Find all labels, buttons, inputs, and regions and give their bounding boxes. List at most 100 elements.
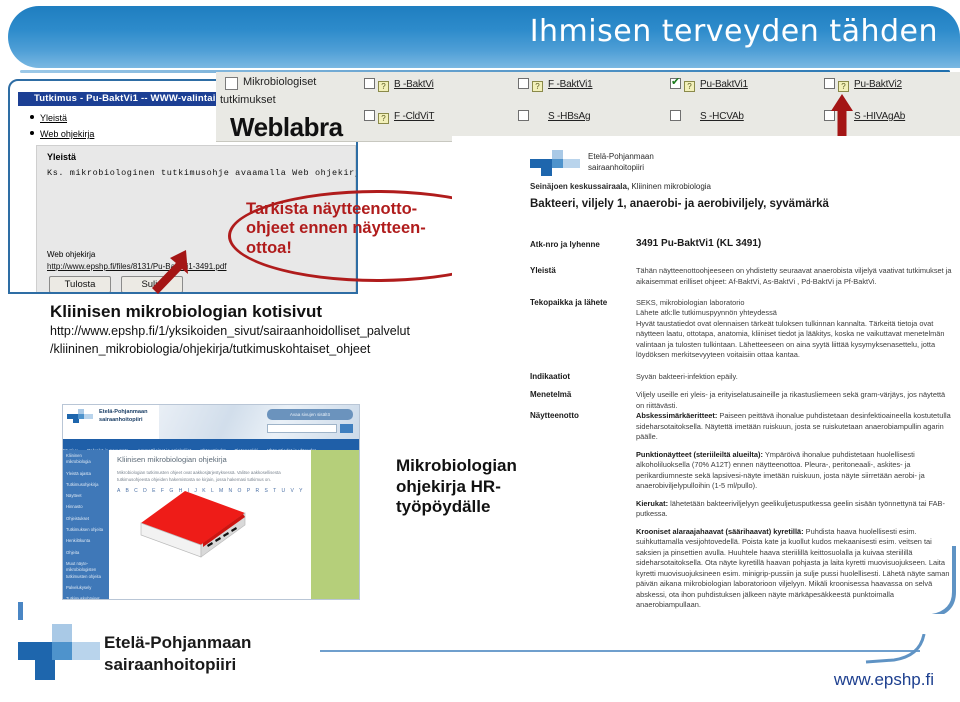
page-banner: Ihmisen terveyden tähden bbox=[8, 6, 960, 68]
browser-sidebar-item[interactable]: Ohjeita bbox=[66, 550, 106, 556]
slide-footer: Etelä-Pohjanmaan sairaanhoitopiiri www.e… bbox=[0, 602, 960, 702]
browser-sidebar: Kliininen mikrobiologia Yleistä ajasta Tut… bbox=[63, 450, 109, 599]
browser-header: Etelä-Pohjanmaan sairaanhoitopiiri Avaa … bbox=[63, 405, 359, 439]
browser-nav: EtusivuPalvelut ja neuvontaAmmattilaiset… bbox=[63, 439, 359, 471]
footer-accent-bar bbox=[18, 602, 23, 620]
print-button[interactable]: Tulosta bbox=[49, 276, 111, 292]
weblabra-wordmark: Weblabra bbox=[230, 112, 343, 142]
cross-logo-icon bbox=[67, 409, 93, 423]
document-row-key: Tekopaikka ja lähete bbox=[530, 297, 608, 307]
test-checkbox-label: Pu-BaktVi2 bbox=[854, 79, 902, 90]
browser-sidebar-item[interactable]: Yleistä ajasta bbox=[66, 471, 106, 477]
browser-sidebar-item[interactable]: Hinnasto bbox=[66, 504, 106, 510]
kotisivut-heading: Kliinisen mikrobiologian kotisivut bbox=[50, 302, 323, 321]
banner-tagline: Ihmisen terveyden tähden bbox=[529, 14, 938, 49]
browser-page-title: Kliinisen mikrobiologian ohjekirja bbox=[117, 455, 227, 464]
weblabra-link-label: Web ohjekirja bbox=[40, 129, 95, 139]
document-org-line1: Etelä-Pohjanmaan bbox=[588, 152, 654, 161]
test-checkbox-s-hcvab[interactable]: ?S -HCVAb bbox=[670, 110, 744, 124]
hr-desktop-label: Mikrobiologian ohjekirja HR- työpöydälle bbox=[396, 456, 517, 518]
weblabra-link-yleista[interactable]: Yleistä bbox=[30, 113, 67, 123]
browser-cta-button[interactable]: Avaa sivujen sisältö bbox=[267, 409, 353, 420]
test-checkbox-pu-baktvi1[interactable]: ? Pu-BaktVi1 bbox=[670, 76, 748, 92]
browser-page-paragraph: Mikrobiologian tutkimusten ohjeet ovat a… bbox=[117, 470, 281, 482]
kotisivut-url-line1: http://www.epshp.fi/1/yksikoiden_sivut/s… bbox=[50, 324, 410, 338]
browser-sidebar-item[interactable]: Muut näyte- mikrobiologisten tutkimusten… bbox=[66, 561, 106, 580]
test-checkbox-b-baktvi[interactable]: ? B -BaktVi bbox=[364, 78, 434, 92]
blue-curve-icon bbox=[865, 634, 926, 664]
help-icon[interactable]: ? bbox=[838, 81, 849, 92]
help-icon[interactable]: ? bbox=[532, 81, 543, 92]
browser-sidebar-item[interactable]: Henkilökunta bbox=[66, 538, 106, 544]
website-screenshot: Etelä-Pohjanmaan sairaanhoitopiiri Avaa … bbox=[62, 404, 360, 600]
group-checkbox[interactable] bbox=[225, 77, 238, 90]
document-paragraph: Abskessimärkäeritteet: Paiseen peittävä … bbox=[636, 411, 951, 442]
document-value-line: Viljely useille eri yleis- ja erityisela… bbox=[636, 390, 946, 410]
test-checkbox-label: F -BaktVi1 bbox=[548, 79, 593, 90]
test-checkbox-f-baktvi1[interactable]: ? F -BaktVi1 bbox=[518, 78, 593, 92]
document-row-key: Menetelmä bbox=[530, 390, 572, 399]
help-icon[interactable]: ? bbox=[378, 113, 389, 124]
browser-sidebar-item[interactable]: Palvelukysely bbox=[66, 585, 106, 591]
test-checkbox-label: Pu-BaktVi1 bbox=[700, 79, 748, 90]
checkbox[interactable] bbox=[518, 78, 529, 89]
footer-url: www.epshp.fi bbox=[833, 670, 934, 689]
checkbox[interactable] bbox=[670, 76, 681, 89]
checkbox[interactable] bbox=[670, 110, 681, 121]
checkbox[interactable] bbox=[824, 78, 835, 89]
footer-rule bbox=[320, 650, 920, 652]
hr-label-line1: Mikrobiologian bbox=[396, 456, 517, 475]
group-checkbox-label-line2: tutkimukset bbox=[220, 94, 276, 106]
document-row-value: Viljely useille eri yleis- ja erityisela… bbox=[636, 390, 952, 411]
document-row-value: 3491 Pu-BaktVi1 (KL 3491) bbox=[636, 237, 952, 251]
document-org-line2: sairaanhoitopiiri bbox=[588, 162, 645, 172]
document-value-line: Lähete atk:lle tutkimuspyynnön yhteydess… bbox=[636, 308, 777, 318]
checkbox[interactable] bbox=[364, 110, 375, 121]
browser-org-line2: sairaanhoitopiiri bbox=[99, 416, 143, 423]
kotisivut-url-line2: /kliininen_mikrobiologia/ohjekirja/tutki… bbox=[50, 342, 371, 356]
browser-sidebar-item[interactable]: Tutkimuksen ohjeita bbox=[66, 527, 106, 533]
test-checkbox-label: S -HBsAg bbox=[548, 111, 591, 122]
test-checkbox-f-cldvit[interactable]: ? F -CldViT bbox=[364, 110, 434, 124]
document-paragraph: Punktionäytteet (steriileiltä alueilta):… bbox=[636, 449, 925, 491]
red-book-icon bbox=[140, 491, 246, 558]
document-row-key: Näytteenotto bbox=[530, 411, 579, 421]
bullet-icon bbox=[30, 115, 34, 119]
browser-org: Etelä-Pohjanmaan sairaanhoitopiiri bbox=[99, 409, 148, 424]
browser-sidebar-item[interactable]: Tutkimusohjekirja bbox=[66, 482, 106, 488]
hr-label-line2: ohjekirja HR- bbox=[396, 476, 501, 496]
test-checkbox-label: S -HCVAb bbox=[700, 111, 744, 122]
browser-sidebar-item[interactable]: Ohjeistukset bbox=[66, 516, 106, 522]
panel-instruction-text: Ks. mikrobiologinen tutkimusohje avaamal… bbox=[47, 168, 356, 178]
document-value-line: Tähän näytteenottoohjeeseen on yhdistett… bbox=[636, 266, 952, 286]
panel-weburl-link[interactable]: http://www.epshp.fi/files/8131/Pu-BaktVi… bbox=[47, 262, 227, 271]
checkbox[interactable] bbox=[364, 78, 375, 89]
document-row-key: Atk-nro ja lyhenne bbox=[530, 240, 600, 249]
browser-org-line1: Etelä-Pohjanmaan bbox=[99, 409, 148, 415]
document-paragraph-heading: Punktionäytteet (steriileiltä alueilta): bbox=[636, 449, 763, 459]
test-checkbox-s-hbsag[interactable]: ?S -HBsAg bbox=[518, 110, 591, 124]
test-checkbox-label: S -HIVAgAb bbox=[854, 111, 906, 122]
cross-logo-icon bbox=[18, 624, 100, 680]
browser-sidebar-item[interactable]: Kliininen mikrobiologia bbox=[66, 453, 106, 466]
test-checkbox-pu-baktvi2[interactable]: ? Pu-BaktVi2 bbox=[824, 78, 902, 92]
help-icon[interactable]: ? bbox=[684, 81, 695, 92]
weblabra-link-ohjekirja[interactable]: Web ohjekirja bbox=[30, 129, 94, 139]
hr-label-line3: työpöydälle bbox=[396, 497, 491, 517]
checkbox[interactable] bbox=[518, 110, 529, 121]
document-row-key: Indikaatiot bbox=[530, 372, 571, 381]
browser-sidebar-item[interactable]: Näytteet bbox=[66, 493, 106, 499]
mikrobiologiset-tutkimukset-sheet: Mikrobiologiset tutkimukset Weblabra ? B … bbox=[216, 72, 960, 142]
weblabra-link-label: Yleistä bbox=[40, 113, 68, 123]
document-paragraph-heading: Krooniset alaraajahaavat (sääri­haavat) … bbox=[636, 526, 804, 536]
browser-search-button[interactable] bbox=[340, 424, 353, 433]
document-value-line: Hyvät taustatiedot ovat olennaisen tärke… bbox=[636, 318, 945, 360]
browser-sidebar-item[interactable]: Tutkimuskohtaiset ohjeet bbox=[66, 596, 106, 599]
panel-section-label: Yleistä bbox=[47, 152, 77, 162]
red-arrow-up-icon bbox=[831, 94, 853, 136]
document-row-key: Yleistä bbox=[530, 266, 556, 275]
browser-search-input[interactable] bbox=[267, 424, 337, 433]
ohjekirja-document: Etelä-Pohjanmaan sairaanhoitopiiri Seinä… bbox=[452, 136, 960, 666]
bullet-icon bbox=[30, 131, 34, 135]
help-icon[interactable]: ? bbox=[378, 81, 389, 92]
